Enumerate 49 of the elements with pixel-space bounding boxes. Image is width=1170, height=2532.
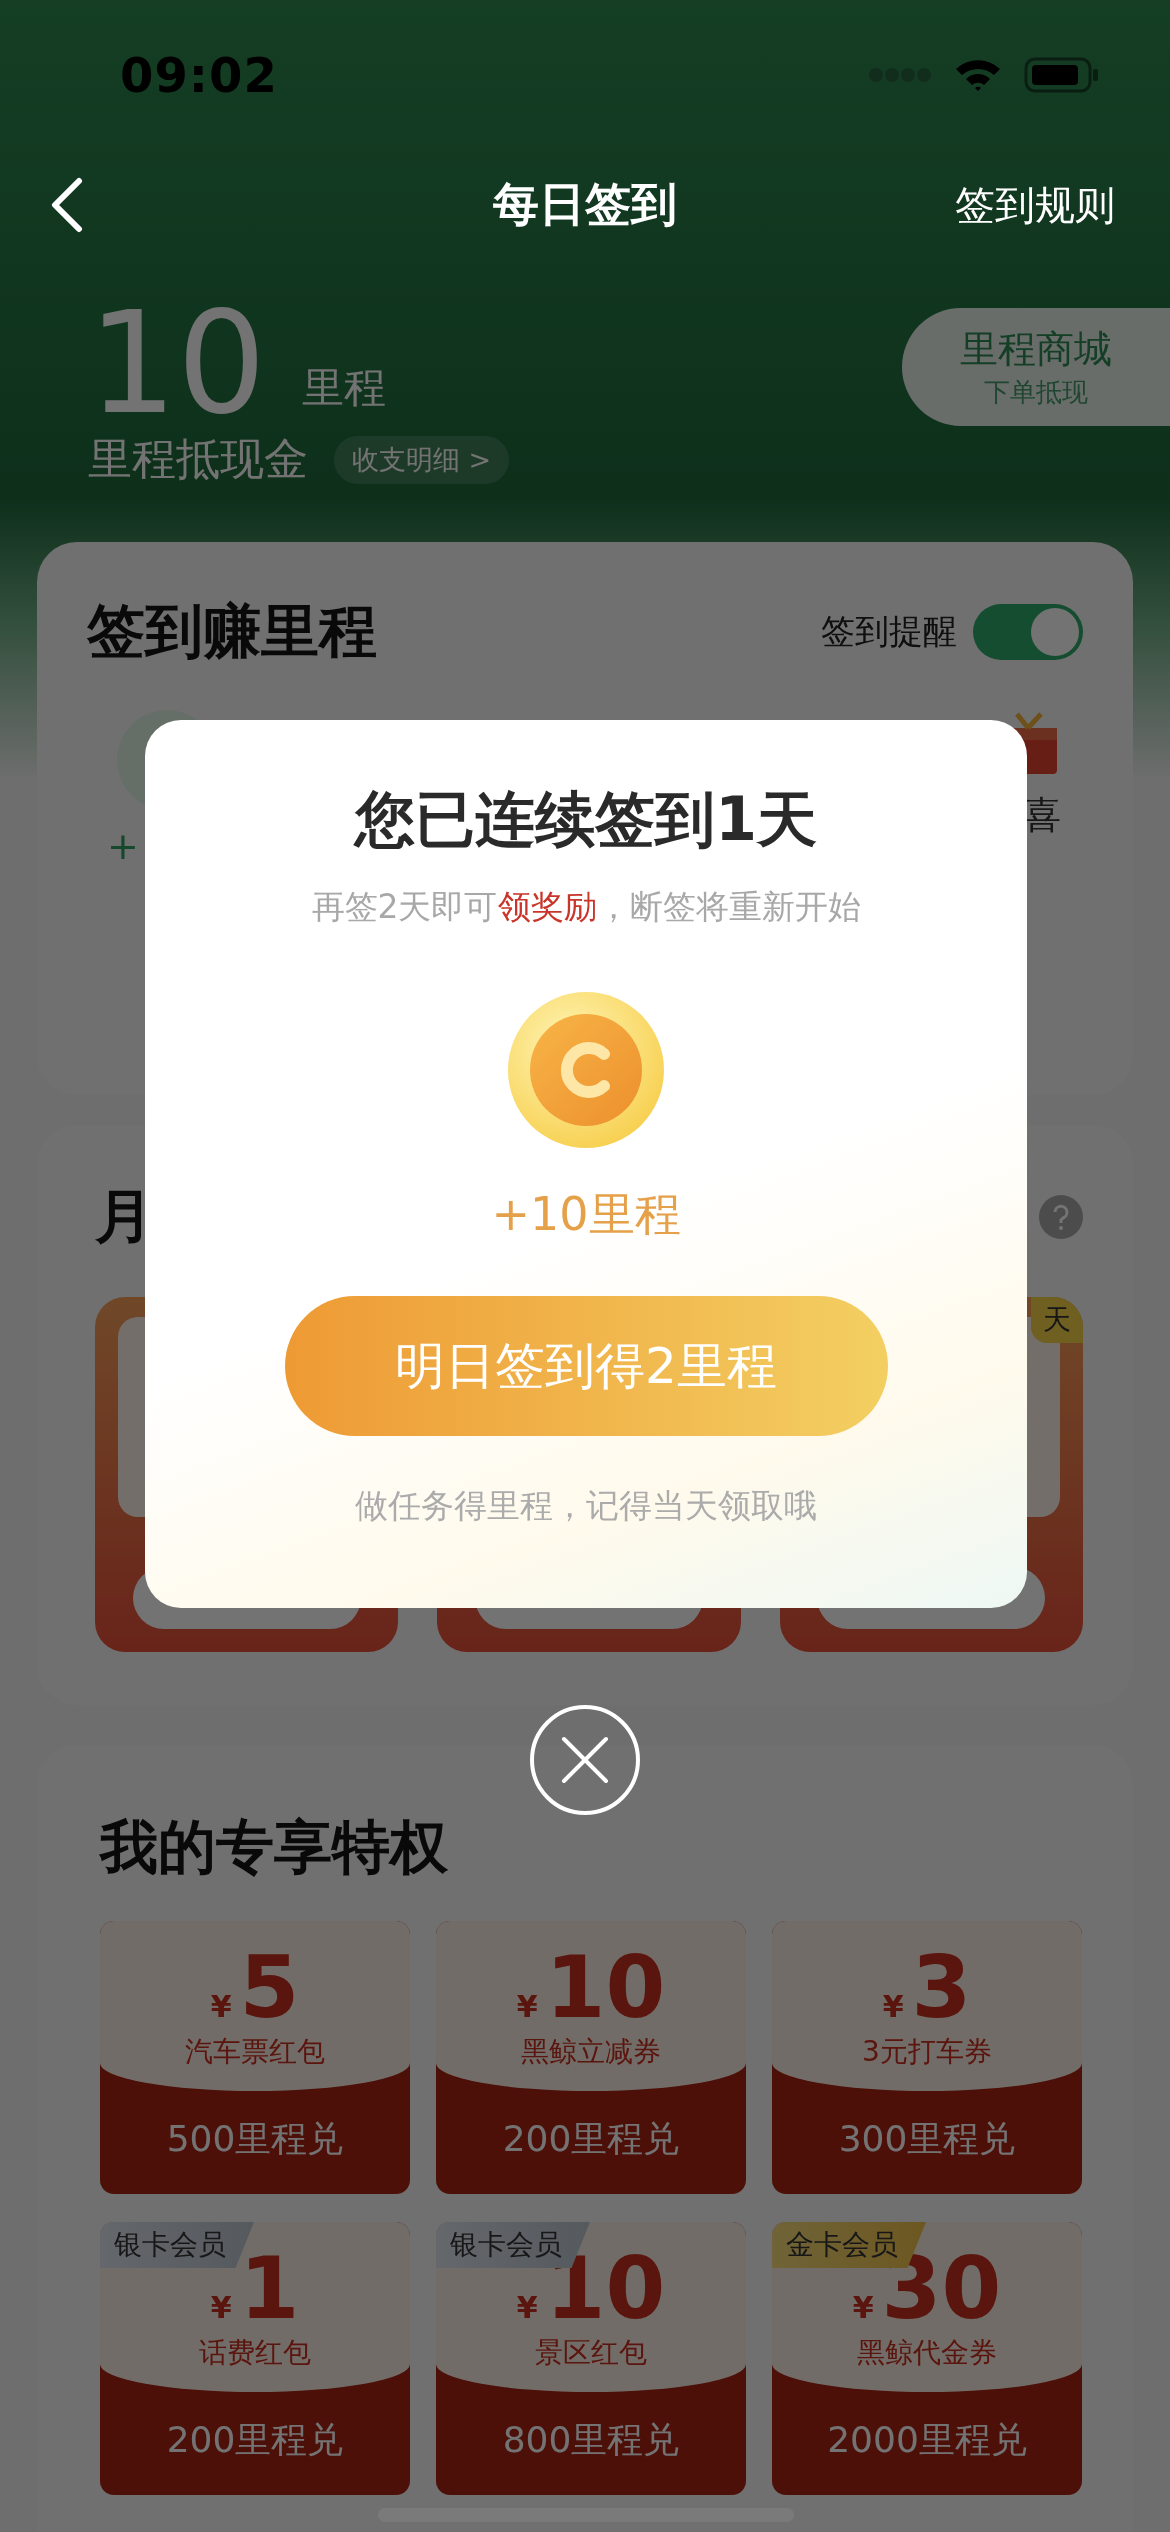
card-title: 我的专享特权 bbox=[100, 1812, 449, 1883]
coupon-value: 5 bbox=[239, 1947, 300, 2027]
currency-sign: ¥ bbox=[210, 2290, 232, 2325]
currency-sign: ¥ bbox=[516, 1989, 538, 2024]
battery-icon bbox=[1024, 57, 1100, 93]
coupon-name: 话费红包 bbox=[199, 2335, 311, 2371]
dialog-title: 您已连续签到1天 bbox=[355, 783, 817, 856]
reward-amount: +10里程 bbox=[491, 1186, 681, 1243]
coupon-name: 黑鲸代金券 bbox=[857, 2335, 997, 2371]
card-title: 签到赚里程 bbox=[87, 596, 377, 667]
rules-link[interactable]: 签到规则 bbox=[955, 177, 1115, 233]
day-ribbon: 天 bbox=[1031, 1297, 1083, 1343]
wifi-icon bbox=[954, 57, 1002, 93]
dialog-hint: 做任务得里程，记得当天领取哦 bbox=[355, 1485, 817, 1527]
checkin-button[interactable]: 明日签到得2里程 bbox=[284, 1296, 888, 1436]
balance-amount: 10 bbox=[88, 304, 267, 424]
coupon-name: 汽车票红包 bbox=[185, 2034, 325, 2070]
coupon-tile[interactable]: ¥10 黑鲸立减券 200里程兑 bbox=[436, 1921, 746, 2194]
coupon-name: 3元打车券 bbox=[862, 2034, 992, 2070]
balance-label: 里程抵现金 bbox=[88, 432, 308, 486]
dialog-subtitle: 再签2天即可领奖励，断签将重新开始 bbox=[311, 886, 861, 928]
currency-sign: ¥ bbox=[210, 1989, 232, 2024]
coupon-price: 300里程兑 bbox=[838, 2117, 1016, 2161]
day-reward: + bbox=[107, 824, 139, 868]
coupon-value: 10 bbox=[545, 1947, 666, 2027]
coupon-value: 3 bbox=[911, 1947, 972, 2027]
coupon-price: 2000里程兑 bbox=[827, 2418, 1027, 2462]
coupon-price: 200里程兑 bbox=[502, 2117, 680, 2161]
balance-unit: 里程 bbox=[302, 362, 387, 414]
coupon-name: 景区红包 bbox=[535, 2335, 647, 2371]
page-title: 每日签到 bbox=[493, 176, 677, 233]
coin-icon bbox=[508, 992, 664, 1148]
day-label: 喜 bbox=[1023, 792, 1061, 839]
card-title: 月 bbox=[95, 1181, 153, 1252]
reminder-toggle[interactable] bbox=[973, 604, 1083, 660]
close-button[interactable] bbox=[530, 1705, 640, 1815]
coupon-tile[interactable]: ¥5 汽车票红包 500里程兑 bbox=[100, 1921, 410, 2194]
currency-sign: ¥ bbox=[516, 2290, 538, 2325]
coupon-tile[interactable]: ¥3 3元打车券 300里程兑 bbox=[772, 1921, 1082, 2194]
status-time: 09:02 bbox=[120, 47, 278, 103]
mall-button[interactable]: 里程商城 下单抵现 bbox=[902, 308, 1170, 426]
currency-sign: ¥ bbox=[882, 1989, 904, 2024]
coupon-price: 800里程兑 bbox=[502, 2418, 680, 2462]
currency-sign: ¥ bbox=[852, 2290, 874, 2325]
coupon-price: 500里程兑 bbox=[166, 2117, 344, 2161]
back-icon[interactable] bbox=[50, 177, 84, 233]
coupon-name: 黑鲸立减券 bbox=[521, 2034, 661, 2070]
coupon-price: 200里程兑 bbox=[166, 2418, 344, 2462]
reminder-label: 签到提醒 bbox=[821, 610, 957, 653]
